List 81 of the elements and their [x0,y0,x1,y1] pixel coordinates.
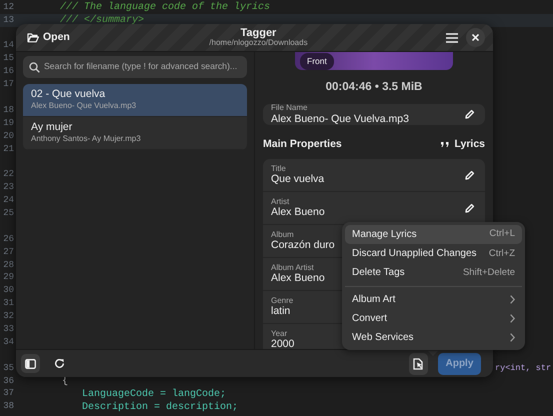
shortcut-text: Ctrl+L [489,227,515,242]
field-value: Que vuelva [271,173,324,186]
duration-size-text: 00:04:46 • 3.5 MiB [324,80,424,95]
line-number: 34 [2,336,14,349]
code-line: ry<int, str [495,362,552,375]
menu-item[interactable]: Convert [345,308,522,328]
field-label: Genre [271,296,294,306]
code-line: /// </summary> [59,14,144,28]
line-number: 38 [2,400,14,414]
line-number: 29 [2,271,14,284]
pencil-icon[interactable] [464,202,475,214]
line-number: 22 [2,168,14,182]
field-value: 2000 [271,338,294,349]
line-number: 37 [2,387,14,400]
pencil-icon[interactable] [464,109,475,120]
line-number: 35 [2,362,14,375]
shortcut-text: Shift+Delete [462,266,515,280]
menu-icon [446,32,458,42]
window-title: Tagger [239,28,278,39]
document-cursor-icon [413,358,424,370]
file-list-item[interactable]: 02 - Que vuelva Alex Bueno- Que Vuelva.mp3 [23,84,247,117]
section-title: Main Properties [263,136,343,152]
line-number: 15 [2,52,14,66]
pencil-icon[interactable] [464,170,475,181]
line-number: 16 [2,65,14,78]
line-number: 17 [2,78,14,92]
field-value: Alex Bueno- Que Vuelva.mp3 [271,112,409,126]
sidebar-toggle-button[interactable] [21,354,40,373]
line-number: 36 [2,374,14,388]
menu-item[interactable]: Delete Tags Shift+Delete [345,263,522,283]
search-icon [29,62,40,72]
field-label: Artist [271,198,290,206]
open-button[interactable]: Open [24,28,73,48]
shortcut-text: Ctrl+Z [488,246,515,261]
menu-item[interactable]: Manage Lyrics Ctrl+L [345,225,522,244]
line-number: 30 [2,284,14,298]
field-label: File Name [271,104,308,113]
code-line: /// The language code of the lyrics [59,0,270,14]
menu-button[interactable] [444,30,460,44]
code-line: Description = description; [81,400,238,415]
line-number: 26 [2,232,14,246]
lyrics-button[interactable]: Lyrics [440,136,485,152]
line-number: 25 [2,206,14,220]
window-subtitle: /home/nlogozzo/Downloads [208,39,309,47]
menu-item[interactable]: Web Services [345,328,522,348]
line-number: 27 [2,246,14,259]
close-icon [472,34,479,41]
tag-actions-button[interactable] [409,352,428,374]
field-value: Alex Bueno [271,206,325,220]
line-number: 12 [2,0,14,14]
line-number: 19 [2,116,14,130]
line-number: 18 [2,104,14,117]
menu-item[interactable]: Album Art [345,290,522,309]
close-button[interactable] [466,28,485,47]
line-number: 21 [2,142,14,156]
quote-icon [440,140,450,148]
chevron-right-icon [510,333,515,342]
field-value: Corazón duro [271,239,335,252]
field-label: Album [271,230,294,240]
field-value: Alex Bueno [271,272,325,286]
line-number: 14 [2,39,14,52]
search-field[interactable]: Search for filename (type ! for advanced search)... [23,56,247,78]
line-number: 32 [2,310,14,324]
sidebar-icon [25,358,36,368]
code-line: LanguageCode = langCode; [81,388,226,402]
line-number: 23 [2,181,14,194]
line-number: 13 [2,14,14,27]
line-number: 24 [2,194,14,208]
file-list-item[interactable]: Ay mujer Anthony Santos- Ay Mujer.mp3 [23,117,247,150]
field-label: Title [271,164,286,174]
field-value: latin [271,305,290,318]
field-label: Album Artist [271,264,314,272]
refresh-icon [54,358,65,369]
field-label: Year [271,330,288,338]
line-number: 28 [2,258,14,272]
line-number: 31 [2,297,14,310]
line-number: 20 [2,130,14,143]
menu-item[interactable]: Discard Unapplied Changes Ctrl+Z [345,244,522,264]
folder-icon [27,32,39,43]
front-label: Front [300,53,334,70]
line-number: 33 [2,322,14,336]
